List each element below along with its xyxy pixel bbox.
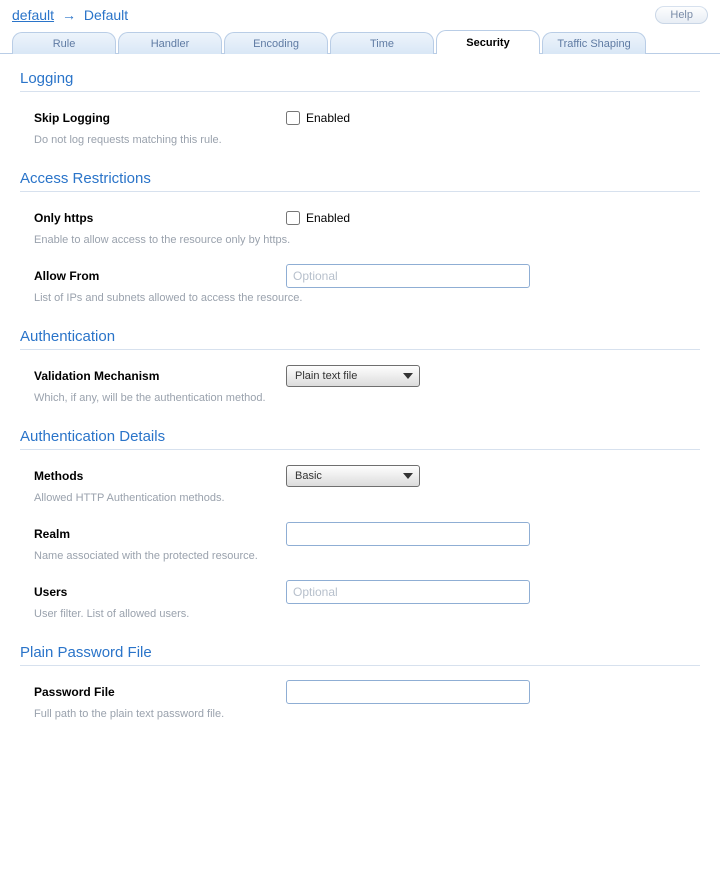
help-button[interactable]: Help [655,6,708,24]
skip-logging-enabled-text: Enabled [306,111,350,125]
realm-input[interactable] [286,522,530,546]
breadcrumb-arrow: → [62,7,76,23]
chevron-down-icon [403,473,413,479]
only-https-checkbox[interactable] [286,211,300,225]
breadcrumb: default → Default [12,7,128,23]
chevron-down-icon [403,373,413,379]
realm-label: Realm [34,527,286,541]
users-help: User filter. List of allowed users. [20,608,700,620]
password-file-help: Full path to the plain text password fil… [20,708,700,720]
tab-handler[interactable]: Handler [118,32,222,54]
tab-time[interactable]: Time [330,32,434,54]
methods-select[interactable]: Basic [286,465,420,487]
methods-label: Methods [34,469,286,483]
realm-help: Name associated with the protected resou… [20,550,700,562]
section-divider [20,349,700,350]
section-title-passfile: Plain Password File [20,644,700,661]
section-divider [20,449,700,450]
only-https-label: Only https [34,211,286,225]
only-https-enabled-text: Enabled [306,211,350,225]
section-title-logging: Logging [20,70,700,87]
methods-help: Allowed HTTP Authentication methods. [20,492,700,504]
tab-rule[interactable]: Rule [12,32,116,54]
skip-logging-help: Do not log requests matching this rule. [20,134,700,146]
tab-encoding[interactable]: Encoding [224,32,328,54]
breadcrumb-root-link[interactable]: default [12,7,54,23]
methods-value: Basic [295,470,322,482]
tab-security[interactable]: Security [436,30,540,54]
section-divider [20,191,700,192]
section-divider [20,91,700,92]
section-divider [20,665,700,666]
section-title-auth-details: Authentication Details [20,428,700,445]
users-label: Users [34,585,286,599]
allow-from-input[interactable] [286,264,530,288]
breadcrumb-current: Default [84,7,128,23]
skip-logging-label: Skip Logging [34,111,286,125]
password-file-label: Password File [34,685,286,699]
section-title-auth: Authentication [20,328,700,345]
validation-mechanism-label: Validation Mechanism [34,369,286,383]
section-title-access: Access Restrictions [20,170,700,187]
validation-mechanism-help: Which, if any, will be the authenticatio… [20,392,700,404]
allow-from-label: Allow From [34,269,286,283]
skip-logging-checkbox[interactable] [286,111,300,125]
password-file-input[interactable] [286,680,530,704]
only-https-help: Enable to allow access to the resource o… [20,234,700,246]
allow-from-help: List of IPs and subnets allowed to acces… [20,292,700,304]
tab-bar: Rule Handler Encoding Time Security Traf… [0,28,720,54]
users-input[interactable] [286,580,530,604]
validation-mechanism-select[interactable]: Plain text file [286,365,420,387]
tab-traffic-shaping[interactable]: Traffic Shaping [542,32,646,54]
validation-mechanism-value: Plain text file [295,370,357,382]
